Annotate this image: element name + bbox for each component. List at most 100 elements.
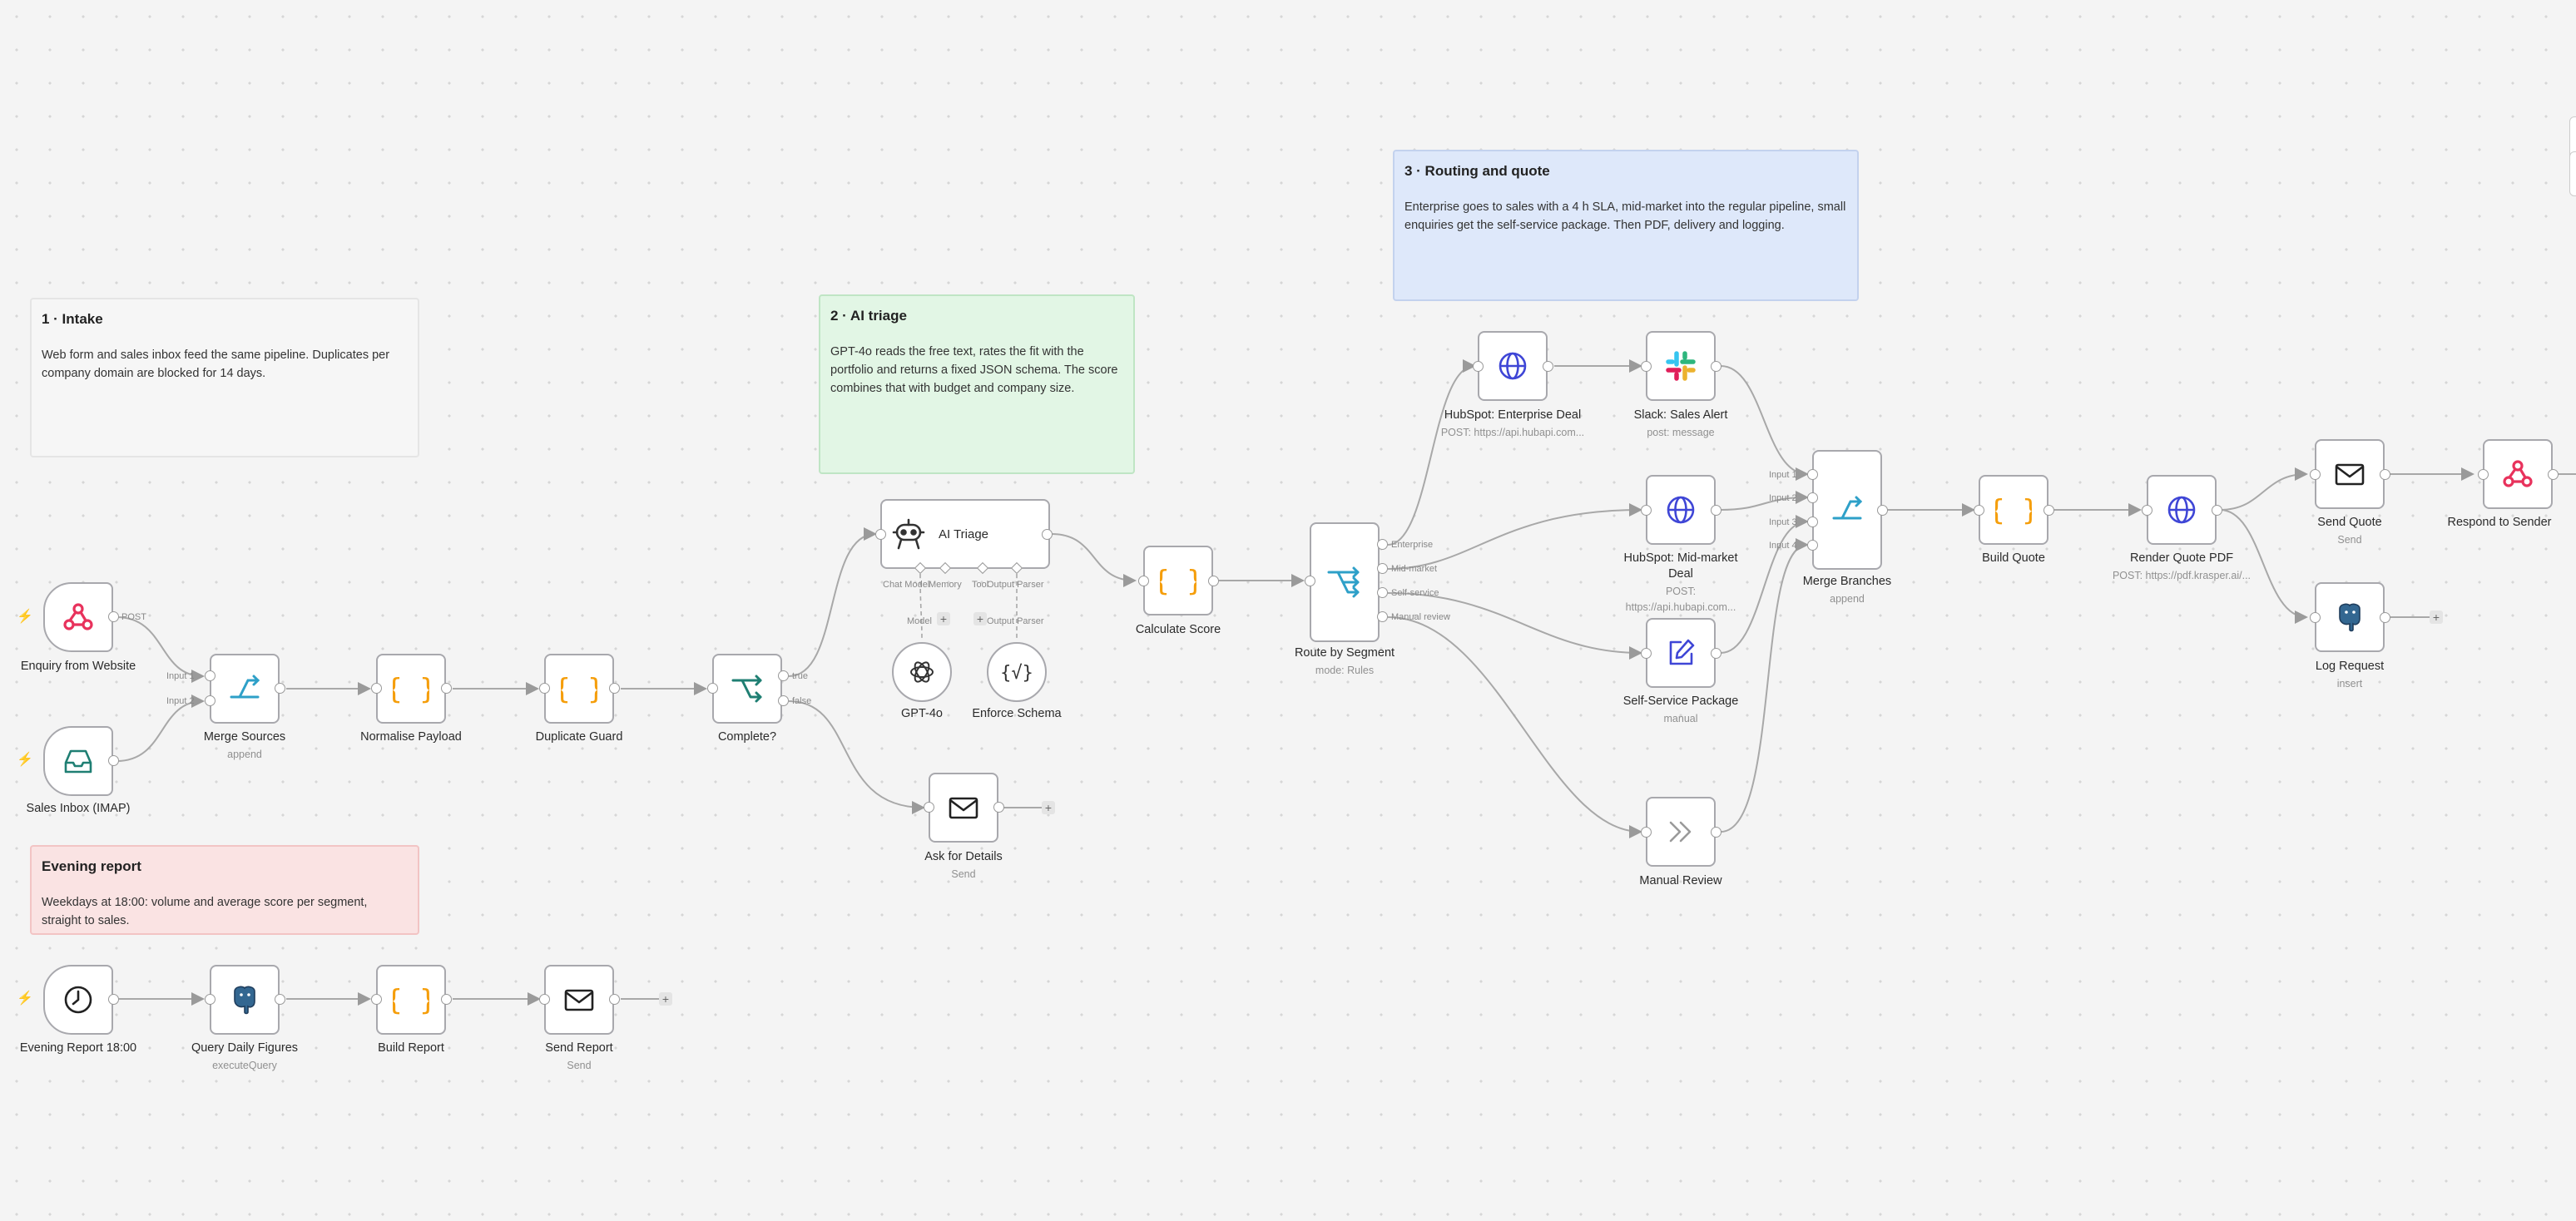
webhook-icon [63,603,93,630]
output-port[interactable] [441,683,452,694]
node-enforce-schema[interactable]: {√} [987,642,1047,702]
output-port[interactable] [275,994,285,1005]
node-send-quote[interactable] [2315,439,2385,509]
input-port[interactable] [1807,492,1818,503]
node-query-daily-figures[interactable] [210,965,280,1035]
input-port[interactable] [1641,827,1652,838]
output-port-manual-review[interactable] [1377,611,1388,622]
output-port[interactable] [108,611,119,622]
output-port[interactable] [2212,505,2222,516]
output-port[interactable] [2043,505,2054,516]
input-port[interactable] [2310,612,2321,623]
output-port[interactable] [2380,469,2390,480]
node-hubspot-enterprise-deal[interactable] [1478,331,1548,401]
node-ai-triage[interactable]: AI Triage [880,499,1050,569]
output-port-false[interactable] [778,695,789,706]
output-port[interactable] [993,802,1004,813]
node-build-report[interactable]: { } [376,965,446,1035]
workflow-canvas[interactable]: 1 · Intake Web form and sales inbox feed… [0,0,2576,1221]
output-port[interactable] [108,755,119,766]
input-port[interactable] [875,529,886,540]
node-respond-to-sender[interactable] [2483,439,2553,509]
node-merge-branches[interactable] [1812,450,1882,570]
input-port[interactable] [539,683,550,694]
input-port[interactable] [924,802,934,813]
output-port[interactable] [1711,361,1721,372]
input-port[interactable] [371,683,382,694]
node-self-service-package[interactable] [1646,618,1716,688]
node-complete-if[interactable] [712,654,782,724]
output-port[interactable] [441,994,452,1005]
input-port[interactable] [1807,517,1818,527]
input-port[interactable] [2142,505,2152,516]
postgres-icon [2339,603,2361,632]
output-port-true[interactable] [778,670,789,681]
node-calculate-score[interactable]: { } [1143,546,1213,615]
node-normalise-payload[interactable]: { } [376,654,446,724]
robot-icon [892,518,925,550]
input-port[interactable] [2478,469,2489,480]
output-port[interactable] [1208,576,1219,586]
add-node-button[interactable]: + [2430,610,2443,624]
output-port[interactable] [609,994,620,1005]
node-slack-sales-alert[interactable] [1646,331,1716,401]
output-port[interactable] [108,994,119,1005]
node-evening-report-trigger[interactable] [43,965,113,1035]
input-port[interactable] [2310,469,2321,480]
output-port-enterprise[interactable] [1377,539,1388,550]
svg-text:{ }: { } [393,984,429,1016]
node-route-by-segment[interactable] [1310,522,1380,642]
node-duplicate-guard[interactable]: { } [544,654,614,724]
port-label-input3: Input 3 [1769,517,1797,527]
side-panel-handle[interactable] [2569,151,2576,196]
output-port[interactable] [1711,827,1721,838]
input-port[interactable] [205,670,215,681]
output-port-mid-market[interactable] [1377,563,1388,574]
sticky-note-intake[interactable]: 1 · Intake Web form and sales inbox feed… [30,298,419,457]
input-port[interactable] [707,683,718,694]
sticky-title: 3 · Routing and quote [1404,163,1550,179]
output-port[interactable] [1042,529,1053,540]
output-port[interactable] [2548,469,2559,480]
node-build-quote[interactable]: { } [1979,475,2048,545]
add-node-button[interactable]: + [1042,801,1055,814]
input-port[interactable] [1807,469,1818,480]
node-ask-for-details[interactable] [929,773,998,843]
input-port[interactable] [1641,361,1652,372]
node-enquiry-from-website[interactable] [43,582,113,652]
output-port[interactable] [275,683,285,694]
input-port[interactable] [1641,648,1652,659]
add-node-button[interactable]: + [659,992,672,1006]
node-manual-review[interactable] [1646,797,1716,867]
node-sales-inbox-imap[interactable] [43,726,113,796]
output-port-self-service[interactable] [1377,587,1388,598]
input-port[interactable] [1305,576,1315,586]
input-port[interactable] [1641,505,1652,516]
input-port[interactable] [1807,540,1818,551]
node-gpt-4o[interactable] [892,642,952,702]
add-tool-button[interactable]: + [973,612,987,625]
input-port[interactable] [539,994,550,1005]
sticky-body: Weekdays at 18:00: volume and average sc… [42,896,368,927]
output-port[interactable] [1711,648,1721,659]
input-port[interactable] [205,695,215,706]
sticky-note-ai-triage[interactable]: 2 · AI triage GPT-4o reads the free text… [819,294,1135,474]
output-port[interactable] [2380,612,2390,623]
node-merge-sources[interactable] [210,654,280,724]
add-memory-button[interactable]: + [937,612,950,625]
sticky-note-evening-report[interactable]: Evening report Weekdays at 18:00: volume… [30,845,419,935]
output-port[interactable] [1543,361,1553,372]
node-send-report[interactable] [544,965,614,1035]
input-port[interactable] [1974,505,1984,516]
sticky-note-routing[interactable]: 3 · Routing and quote Enterprise goes to… [1393,150,1859,301]
node-log-request[interactable] [2315,582,2385,652]
output-port[interactable] [1877,505,1888,516]
node-render-quote-pdf[interactable] [2147,475,2217,545]
output-port[interactable] [609,683,620,694]
node-hubspot-mid-market-deal[interactable] [1646,475,1716,545]
input-port[interactable] [371,994,382,1005]
input-port[interactable] [1473,361,1484,372]
input-port[interactable] [1138,576,1149,586]
output-port[interactable] [1711,505,1721,516]
input-port[interactable] [205,994,215,1005]
